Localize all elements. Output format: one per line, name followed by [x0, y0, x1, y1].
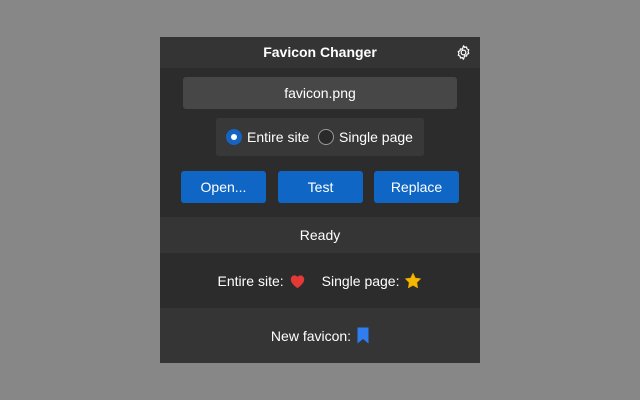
status-bar: Ready	[160, 217, 480, 253]
radio-selected-indicator	[226, 129, 242, 145]
radio-unselected-indicator	[318, 129, 334, 145]
replace-button[interactable]: Replace	[374, 171, 459, 203]
entire-site-radio[interactable]: Entire site	[226, 118, 309, 156]
entire-site-icon-item: Entire site:	[218, 273, 306, 289]
favicon-changer-panel: Favicon Changer favicon.png Entire site …	[160, 37, 480, 363]
window-title: Favicon Changer	[263, 44, 377, 60]
title-bar: Favicon Changer	[160, 37, 480, 68]
entire-site-radio-label: Entire site	[247, 129, 310, 145]
single-page-icon-item: Single page:	[322, 272, 423, 289]
new-favicon-label: New favicon:	[270, 327, 352, 344]
single-page-radio[interactable]: Single page	[318, 118, 413, 156]
favicon-file-field[interactable]: favicon.png	[183, 77, 457, 109]
test-button[interactable]: Test	[278, 171, 363, 203]
heart-icon	[290, 274, 304, 288]
scope-radio-group: Entire site Single page	[216, 118, 424, 156]
current-icons-row: Entire site: Single page:	[160, 253, 480, 308]
single-page-radio-label: Single page	[339, 129, 413, 145]
gear-icon[interactable]	[455, 44, 472, 61]
star-icon	[405, 272, 422, 289]
bookmark-icon	[357, 327, 369, 344]
new-favicon-row: New favicon:	[160, 308, 480, 363]
single-page-icon-label: Single page:	[321, 272, 400, 289]
entire-site-icon-label: Entire site:	[217, 272, 284, 289]
open-button[interactable]: Open...	[181, 171, 266, 203]
